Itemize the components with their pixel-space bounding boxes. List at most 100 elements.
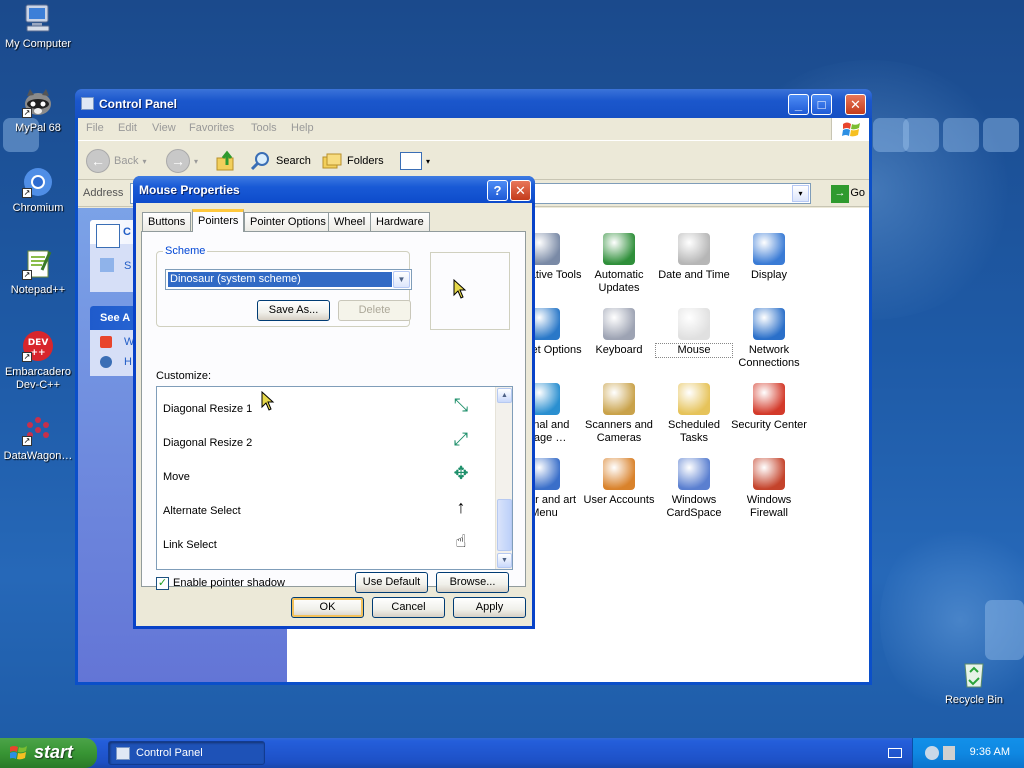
start-button[interactable]: start [0, 738, 97, 768]
cursor-name: Diagonal Resize 1 [163, 403, 253, 415]
devcpp-icon: DEV ++ ↗ [22, 330, 54, 362]
go-button[interactable]: Go [850, 187, 865, 199]
go-arrow-icon[interactable]: → [831, 185, 849, 203]
desktop-icon-recycle-bin[interactable]: Recycle Bin [934, 658, 1014, 707]
cp-item-label: Date and Time [658, 269, 730, 281]
scroll-down-button[interactable]: ▼ [497, 553, 512, 568]
keyboard-language-icon[interactable] [888, 748, 902, 758]
recycle-bin-icon [958, 658, 990, 690]
desktop-tile [903, 118, 939, 152]
taskbar: start Control Panel 9:36 AM [0, 738, 1024, 768]
chevron-down-icon: ▾ [426, 156, 431, 166]
menu-edit[interactable]: Edit [118, 122, 137, 134]
chevron-down-icon[interactable]: ▼ [393, 271, 410, 288]
cursor-list-scrollbar[interactable]: ▲ ▼ [495, 387, 512, 569]
switch-view-link[interactable]: S [124, 260, 131, 272]
cp-item-mouse[interactable]: Mouse [655, 308, 733, 358]
cp-item-automatic-updates[interactable]: Automatic Updates [581, 233, 657, 295]
see-also-link-2[interactable]: H [124, 356, 132, 368]
search-button[interactable]: Search [250, 149, 311, 173]
address-label: Address [83, 187, 124, 199]
cursor-row[interactable]: Diagonal Resize 2 ⤢ [163, 427, 483, 461]
chevron-down-icon: ▾ [142, 156, 147, 166]
cp-item-scheduled-tasks[interactable]: Scheduled Tasks [656, 383, 732, 445]
volume-tray-icon[interactable] [943, 746, 955, 760]
chromium-icon: ↗ [22, 166, 54, 198]
browse-button[interactable]: Browse... [436, 572, 509, 593]
menu-tools[interactable]: Tools [251, 122, 277, 134]
menu-help[interactable]: Help [291, 122, 314, 134]
menu-favorites[interactable]: Favorites [189, 122, 234, 134]
back-arrow-icon: ← [86, 149, 110, 173]
close-button[interactable]: ✕ [845, 94, 866, 115]
cp-item-security-center[interactable]: Security Center [731, 383, 807, 432]
up-button[interactable] [215, 149, 237, 173]
network-tray-icon[interactable] [925, 746, 939, 760]
date-time-icon [678, 233, 710, 265]
save-as-button[interactable]: Save As... [257, 300, 330, 321]
scanners-cameras-icon [603, 383, 635, 415]
tab-buttons[interactable]: Buttons [142, 212, 192, 231]
cancel-button[interactable]: Cancel [372, 597, 445, 618]
cursor-row[interactable]: Move ✥ [163, 461, 483, 495]
cp-item-date-time[interactable]: Date and Time [656, 233, 732, 282]
cp-item-display[interactable]: Display [731, 233, 807, 282]
cp-item-label: Keyboard [595, 344, 643, 356]
tab-wheel[interactable]: Wheel [328, 212, 372, 231]
desktop-icon-datawagon[interactable]: ↗ DataWagon… [0, 414, 78, 463]
windows-firewall-icon [753, 458, 785, 490]
help-button[interactable]: ? [487, 180, 508, 201]
control-panel-titlebar[interactable]: Control Panel _ □ ✕ [75, 89, 872, 118]
cp-item-windows-cardspace[interactable]: Windows CardSpace [656, 458, 732, 520]
views-button[interactable]: ▾ [400, 149, 430, 173]
search-label: Search [276, 155, 311, 167]
minimize-button[interactable]: _ [788, 94, 809, 115]
dialog-titlebar[interactable]: Mouse Properties ? ✕ [133, 176, 535, 203]
forward-button[interactable]: → ▾ [166, 149, 198, 173]
menu-bar: File Edit View Favorites Tools Help [78, 118, 869, 140]
windows-logo-icon [9, 745, 28, 761]
cursor-row[interactable]: Diagonal Resize 1 ⤡ [163, 393, 483, 427]
cursor-row[interactable]: Link Select ☝ [163, 529, 483, 563]
desktop-icon-notepadpp[interactable]: ↗ Notepad++ [0, 248, 78, 297]
maximize-button[interactable]: □ [811, 94, 832, 115]
delete-button[interactable]: Delete [338, 300, 411, 321]
desktop-icon-mypal[interactable]: ↗ MyPal 68 [0, 86, 78, 135]
scroll-thumb[interactable] [497, 499, 512, 551]
cursor-list[interactable]: Diagonal Resize 1 ⤡ Diagonal Resize 2 ⤢ Move… [156, 386, 513, 570]
tab-pointer-options[interactable]: Pointer Options [244, 212, 332, 231]
security-center-icon [753, 383, 785, 415]
cursor-preview [430, 252, 510, 330]
ok-button[interactable]: OK [291, 597, 364, 618]
menu-view[interactable]: View [152, 122, 176, 134]
cp-item-user-accounts[interactable]: User Accounts [581, 458, 657, 507]
taskbar-button-control-panel[interactable]: Control Panel [108, 741, 265, 765]
cp-item-scanners-cameras[interactable]: Scanners and Cameras [581, 383, 657, 445]
move-icon: ✥ [453, 463, 469, 483]
cp-item-network-connections[interactable]: Network Connections [731, 308, 807, 370]
menu-file[interactable]: File [86, 122, 104, 134]
desktop-icon-label: MyPal 68 [15, 122, 61, 134]
folders-label: Folders [347, 155, 384, 167]
dialog-close-button[interactable]: ✕ [510, 180, 531, 201]
desktop-icon-chromium[interactable]: ↗ Chromium [0, 166, 78, 215]
cp-item-keyboard[interactable]: Keyboard [581, 308, 657, 357]
scroll-up-button[interactable]: ▲ [497, 388, 512, 403]
back-button[interactable]: ← Back ▾ [86, 149, 146, 173]
cp-item-windows-firewall[interactable]: Windows Firewall [731, 458, 807, 520]
use-default-button[interactable]: Use Default [355, 572, 428, 593]
tab-pointers[interactable]: Pointers [192, 209, 245, 232]
control-panel-icon [116, 747, 130, 760]
control-panel-icon [81, 97, 94, 110]
enable-shadow-checkbox[interactable]: ✓ [156, 577, 169, 590]
cursor-row[interactable]: Alternate Select ↑ [163, 495, 483, 529]
chevron-down-icon[interactable]: ▾ [792, 185, 809, 202]
cp-item-label: User Accounts [583, 494, 655, 506]
apply-button[interactable]: Apply [453, 597, 526, 618]
folders-button[interactable]: Folders [321, 149, 384, 173]
desktop-icon-devcpp[interactable]: DEV ++ ↗ Embarcadero Dev-C++ [0, 330, 78, 392]
cursor-name: Link Select [163, 539, 217, 551]
desktop-icon-my-computer[interactable]: My Computer [0, 2, 78, 51]
scheme-select[interactable]: Dinosaur (system scheme) ▼ [165, 269, 412, 290]
tab-hardware[interactable]: Hardware [370, 212, 430, 231]
